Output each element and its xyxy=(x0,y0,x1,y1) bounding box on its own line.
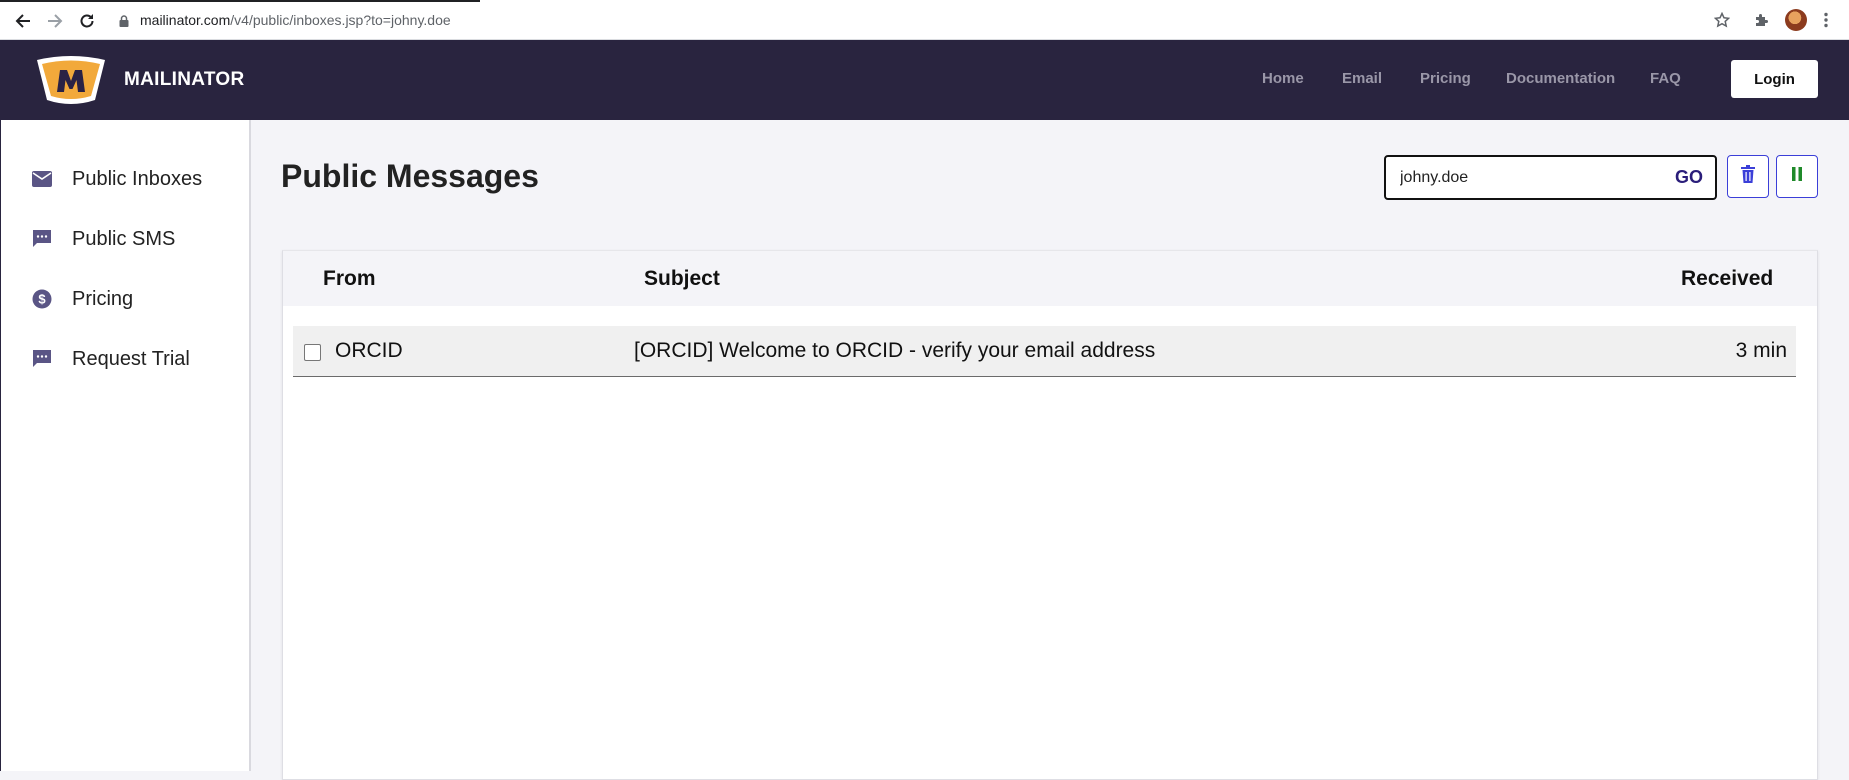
pause-icon xyxy=(1792,167,1802,186)
site-header: MAILINATOR Home Email Pricing Documentat… xyxy=(0,40,1849,120)
profile-avatar[interactable] xyxy=(1783,6,1809,34)
nav-documentation[interactable]: Documentation xyxy=(1506,70,1615,87)
sidebar-item-label: Public SMS xyxy=(72,227,176,250)
address-bar[interactable]: mailinator.com/v4/public/inboxes.jsp?to=… xyxy=(118,8,451,32)
column-header-subject: Subject xyxy=(644,267,720,290)
reload-icon[interactable] xyxy=(74,8,100,34)
nav-email[interactable]: Email xyxy=(1342,70,1382,87)
inbox-search-box: GO xyxy=(1384,155,1717,200)
envelope-icon xyxy=(31,168,53,190)
chat-bubble-icon xyxy=(31,348,53,370)
delete-button[interactable] xyxy=(1727,155,1769,198)
lock-icon xyxy=(118,14,130,27)
sidebar-item-public-sms[interactable]: Public SMS xyxy=(31,224,175,254)
message-received: 3 min xyxy=(1735,339,1787,362)
url-path: /v4/public/inboxes.jsp?to=johny.doe xyxy=(230,12,451,28)
nav-faq[interactable]: FAQ xyxy=(1650,70,1681,87)
sidebar-item-public-inboxes[interactable]: Public Inboxes xyxy=(31,164,202,194)
bookmark-star-icon[interactable] xyxy=(1710,6,1734,34)
page-title: Public Messages xyxy=(281,158,539,194)
sidebar-item-request-trial[interactable]: Request Trial xyxy=(31,344,190,374)
messages-table: From Subject Received ORCID [ORCID] Welc… xyxy=(282,250,1818,780)
nav-home[interactable]: Home xyxy=(1262,70,1304,87)
row-checkbox[interactable] xyxy=(304,344,321,361)
extensions-puzzle-icon[interactable] xyxy=(1750,6,1774,34)
sidebar: Public Inboxes Public SMS $ Pricing Requ… xyxy=(0,120,251,771)
sidebar-item-pricing[interactable]: $ Pricing xyxy=(31,284,133,314)
brand-name[interactable]: MAILINATOR xyxy=(124,69,245,91)
table-row[interactable]: ORCID [ORCID] Welcome to ORCID - verify … xyxy=(293,326,1796,377)
kebab-menu-icon[interactable] xyxy=(1818,6,1834,34)
column-header-from: From xyxy=(323,267,376,290)
inbox-search-input[interactable] xyxy=(1400,167,1640,189)
chat-bubble-icon xyxy=(31,228,53,250)
mailinator-logo-icon[interactable] xyxy=(33,54,109,106)
tab-strip-edge xyxy=(0,0,1849,2)
dollar-coin-icon: $ xyxy=(31,288,53,310)
message-from[interactable]: ORCID xyxy=(335,339,403,363)
go-button[interactable]: GO xyxy=(1675,167,1703,188)
login-button[interactable]: Login xyxy=(1731,60,1818,98)
sidebar-item-label: Public Inboxes xyxy=(72,167,203,190)
svg-text:$: $ xyxy=(38,292,46,307)
column-header-received: Received xyxy=(1681,267,1774,290)
message-subject[interactable]: [ORCID] Welcome to ORCID - verify your e… xyxy=(634,339,1155,363)
sidebar-item-label: Pricing xyxy=(72,287,134,310)
trash-icon xyxy=(1741,165,1755,188)
url-host: mailinator.com xyxy=(140,12,231,28)
sidebar-item-label: Request Trial xyxy=(72,347,190,370)
back-arrow-icon[interactable] xyxy=(10,8,36,34)
table-header: From Subject Received xyxy=(283,251,1817,306)
browser-toolbar: mailinator.com/v4/public/inboxes.jsp?to=… xyxy=(0,0,1849,40)
pause-button[interactable] xyxy=(1776,155,1818,198)
forward-arrow-icon[interactable] xyxy=(42,8,68,34)
nav-pricing[interactable]: Pricing xyxy=(1420,70,1471,87)
